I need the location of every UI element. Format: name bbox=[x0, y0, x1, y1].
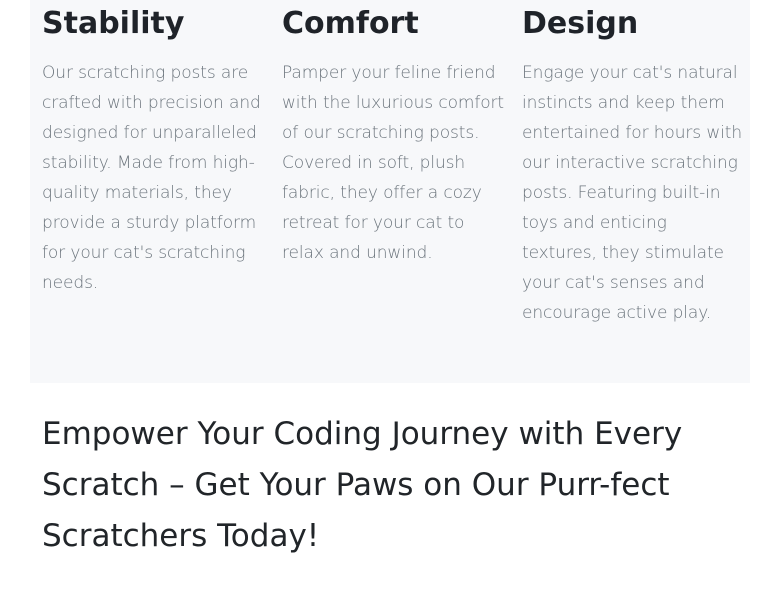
feature-description: Engage your cat's natural instincts and … bbox=[522, 63, 743, 323]
feature-title: Comfort bbox=[282, 6, 419, 41]
feature-description: Pamper your feline friend with the luxur… bbox=[282, 63, 505, 263]
features-section: Stability Our scratching posts are craft… bbox=[30, 0, 750, 383]
feature-design: Design Engage your cat's natural instinc… bbox=[522, 0, 744, 328]
feature-title: Design bbox=[522, 6, 639, 41]
feature-stability: Stability Our scratching posts are craft… bbox=[42, 0, 264, 298]
feature-comfort: Comfort Pamper your feline friend with t… bbox=[282, 0, 504, 268]
feature-title: Stability bbox=[42, 6, 185, 41]
feature-description: Our scratching posts are crafted with pr… bbox=[42, 63, 261, 293]
cta-heading: Empower Your Coding Journey with Every S… bbox=[42, 416, 683, 554]
